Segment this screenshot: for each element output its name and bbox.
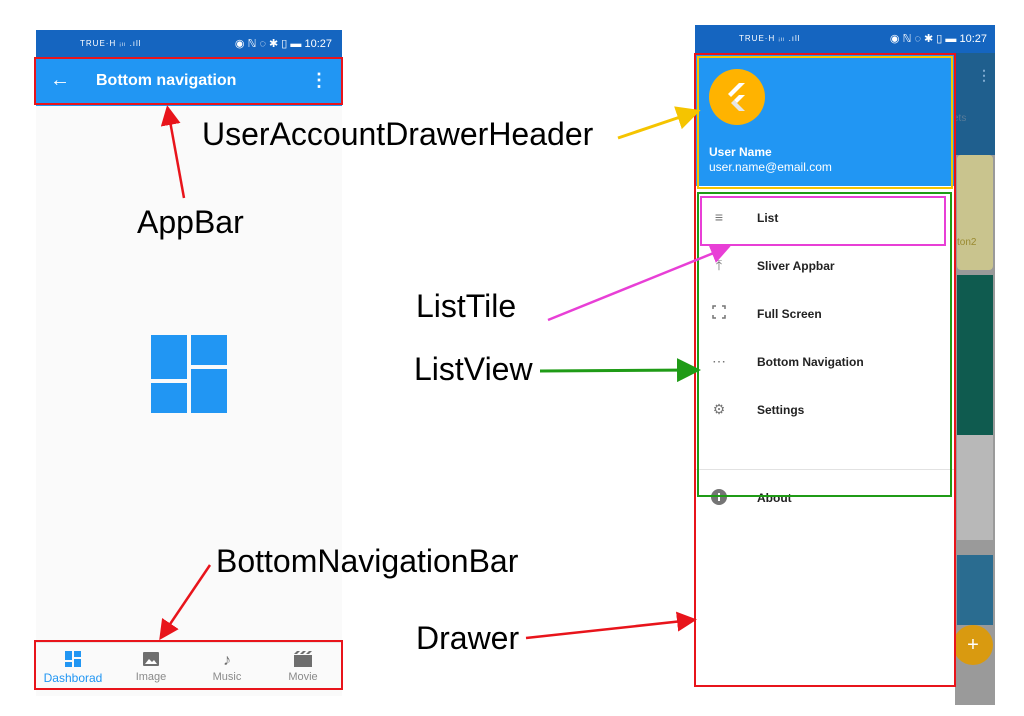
appbar-label: AppBar	[137, 204, 244, 240]
drawer-label: Drawer	[416, 620, 520, 656]
drawer-header-arrow	[617, 106, 701, 140]
list-view-label: ListView	[414, 351, 533, 387]
bottom-navigation-arrow	[159, 564, 212, 641]
list-view-arrow	[539, 358, 701, 383]
list-tile-label: ListTile	[416, 288, 517, 324]
list-tile-arrow	[547, 244, 731, 322]
appbar-arrow	[160, 105, 186, 199]
user-account-drawer-header-label: UserAccountDrawerHeader	[202, 116, 594, 152]
bottom-navigation-bar-label: BottomNavigationBar	[216, 543, 519, 579]
drawer-arrow	[525, 611, 697, 640]
